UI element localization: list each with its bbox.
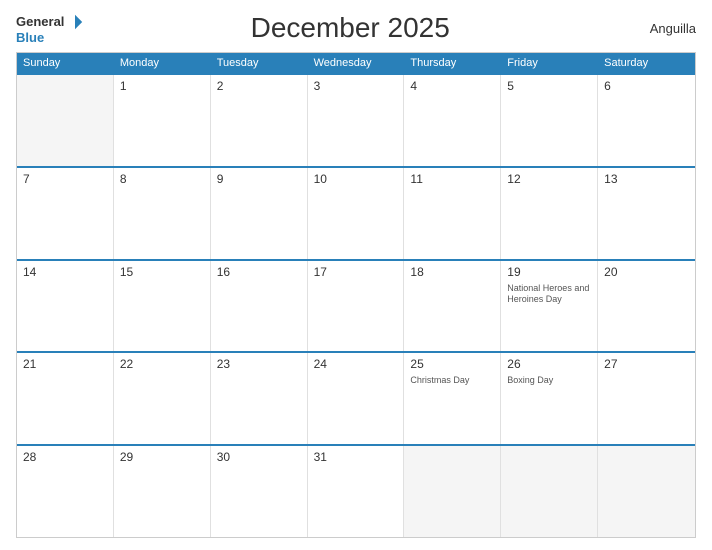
- day-number: 31: [314, 450, 398, 464]
- event-label: National Heroes and Heroines Day: [507, 283, 591, 306]
- cal-cell-w4-d5: [501, 446, 598, 537]
- cal-cell-w0-d3: 3: [308, 75, 405, 166]
- cal-cell-w2-d6: 20: [598, 261, 695, 352]
- day-number: 16: [217, 265, 301, 279]
- header-friday: Friday: [501, 53, 598, 73]
- cal-cell-w2-d1: 15: [114, 261, 211, 352]
- cal-cell-w1-d0: 7: [17, 168, 114, 259]
- cal-cell-w4-d2: 30: [211, 446, 308, 537]
- cal-cell-w3-d0: 21: [17, 353, 114, 444]
- cal-cell-w3-d4: 25 Christmas Day: [404, 353, 501, 444]
- country-label: Anguilla: [616, 21, 696, 36]
- day-number: 23: [217, 357, 301, 371]
- day-number: 27: [604, 357, 689, 371]
- cal-cell-w1-d3: 10: [308, 168, 405, 259]
- week-row-4: 28 29 30 31: [17, 444, 695, 537]
- logo-general-text: General: [16, 15, 64, 28]
- cal-cell-w2-d0: 14: [17, 261, 114, 352]
- day-number: 4: [410, 79, 494, 93]
- day-number: 14: [23, 265, 107, 279]
- cal-cell-w2-d3: 17: [308, 261, 405, 352]
- week-row-3: 21 22 23 24 25 Christmas Day 26 Boxing Day 27: [17, 351, 695, 444]
- event-label: Boxing Day: [507, 375, 591, 387]
- day-number: 12: [507, 172, 591, 186]
- header-sunday: Sunday: [17, 53, 114, 73]
- logo: General Blue: [16, 13, 84, 44]
- day-number: 8: [120, 172, 204, 186]
- day-number: 2: [217, 79, 301, 93]
- cal-cell-w4-d4: [404, 446, 501, 537]
- cal-cell-w4-d6: [598, 446, 695, 537]
- cal-cell-w1-d4: 11: [404, 168, 501, 259]
- day-number: 20: [604, 265, 689, 279]
- day-number: 9: [217, 172, 301, 186]
- logo-flag-icon: [66, 13, 84, 31]
- day-number: 25: [410, 357, 494, 371]
- cal-cell-w1-d5: 12: [501, 168, 598, 259]
- cal-cell-w3-d6: 27: [598, 353, 695, 444]
- event-label: Christmas Day: [410, 375, 494, 387]
- header-tuesday: Tuesday: [211, 53, 308, 73]
- calendar-grid: Sunday Monday Tuesday Wednesday Thursday…: [16, 52, 696, 538]
- calendar-page: General Blue December 2025 Anguilla Sund…: [0, 0, 712, 550]
- day-number: 17: [314, 265, 398, 279]
- day-number: 28: [23, 450, 107, 464]
- cal-cell-w0-d2: 2: [211, 75, 308, 166]
- cal-cell-w3-d2: 23: [211, 353, 308, 444]
- calendar-body: 12345678910111213141516171819National He…: [17, 73, 695, 537]
- cal-cell-w0-d5: 5: [501, 75, 598, 166]
- header-wednesday: Wednesday: [308, 53, 405, 73]
- week-row-1: 789 10 11 12 13: [17, 166, 695, 259]
- day-number: 13: [604, 172, 689, 186]
- cal-cell-w4-d0: 28: [17, 446, 114, 537]
- cal-cell-w0-d0: [17, 75, 114, 166]
- cal-cell-w4-d1: 29: [114, 446, 211, 537]
- week-row-2: 14 15 16 17 18 19 National Heroes and Heroines…: [17, 259, 695, 352]
- header-thursday: Thursday: [404, 53, 501, 73]
- day-number: 19: [507, 265, 591, 279]
- day-number: 5: [507, 79, 591, 93]
- day-number: 22: [120, 357, 204, 371]
- logo-blue-text: Blue: [16, 31, 44, 44]
- cal-cell-w2-d5: 19 National Heroes and Heroines Day: [501, 261, 598, 352]
- header-monday: Monday: [114, 53, 211, 73]
- cal-cell-w4-d3: 31: [308, 446, 405, 537]
- cal-cell-w2-d2: 16: [211, 261, 308, 352]
- day-number: 10: [314, 172, 398, 186]
- calendar-title: December 2025: [84, 12, 616, 44]
- day-number: 18: [410, 265, 494, 279]
- day-number: 1: [120, 79, 204, 93]
- day-number: 15: [120, 265, 204, 279]
- day-number: 3: [314, 79, 398, 93]
- cal-cell-w0-d4: 4: [404, 75, 501, 166]
- header-saturday: Saturday: [598, 53, 695, 73]
- cal-cell-w2-d4: 18: [404, 261, 501, 352]
- cal-cell-w1-d6: 13: [598, 168, 695, 259]
- day-number: 7: [23, 172, 107, 186]
- header: General Blue December 2025 Anguilla: [16, 12, 696, 44]
- cal-cell-w3-d1: 22: [114, 353, 211, 444]
- day-number: 30: [217, 450, 301, 464]
- cal-cell-w0-d1: 1: [114, 75, 211, 166]
- day-number: 26: [507, 357, 591, 371]
- cal-cell-w1-d1: 8: [114, 168, 211, 259]
- week-row-0: 123456: [17, 73, 695, 166]
- calendar-header: Sunday Monday Tuesday Wednesday Thursday…: [17, 53, 695, 73]
- cal-cell-w1-d2: 9: [211, 168, 308, 259]
- day-number: 6: [604, 79, 689, 93]
- day-number: 11: [410, 172, 494, 186]
- cal-cell-w3-d3: 24: [308, 353, 405, 444]
- cal-cell-w0-d6: 6: [598, 75, 695, 166]
- cal-cell-w3-d5: 26 Boxing Day: [501, 353, 598, 444]
- day-number: 24: [314, 357, 398, 371]
- day-number: 29: [120, 450, 204, 464]
- day-number: 21: [23, 357, 107, 371]
